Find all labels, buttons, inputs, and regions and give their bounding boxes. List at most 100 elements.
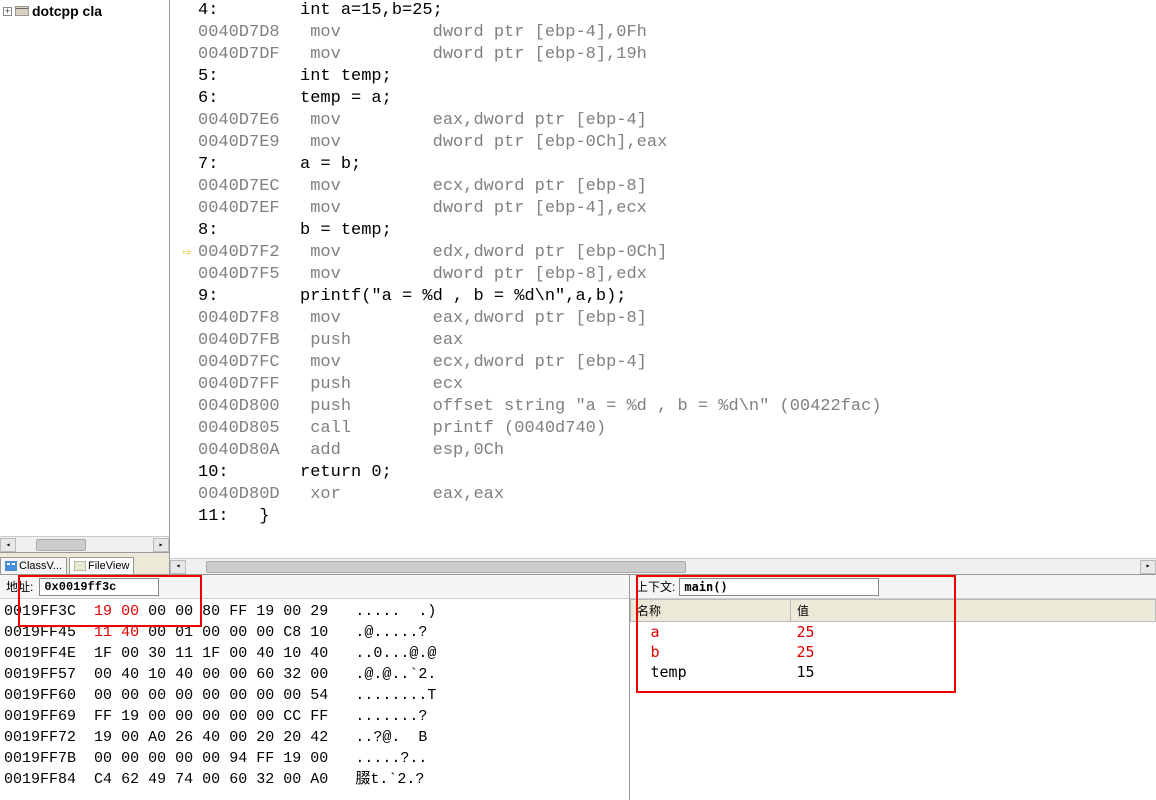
tab-classview[interactable]: ClassV... bbox=[0, 557, 67, 574]
watch-row[interactable]: temp15 bbox=[631, 662, 1156, 682]
mem-byte: 00 bbox=[148, 624, 166, 641]
mem-byte: FF bbox=[94, 708, 112, 725]
code-scroll-thumb[interactable] bbox=[206, 561, 686, 573]
mem-byte: 00 bbox=[175, 687, 193, 704]
memory-line[interactable]: 0019FF4E 1F 00 30 11 1F 00 40 10 40 ..0.… bbox=[4, 643, 625, 664]
code-line[interactable]: 7: a = b; bbox=[176, 154, 1156, 176]
code-line[interactable]: 9: printf("a = %d , b = %d\n",a,b); bbox=[176, 286, 1156, 308]
code-hscrollbar[interactable]: ◂ ▸ bbox=[170, 558, 1156, 574]
mem-byte: 19 bbox=[256, 603, 274, 620]
asm-text: 0040D805 call printf (0040d740) bbox=[198, 418, 606, 440]
bottom-region: 地址: 0019FF3C 19 00 00 00 80 FF 19 00 29 … bbox=[0, 575, 1156, 800]
code-line[interactable]: 8: b = temp; bbox=[176, 220, 1156, 242]
mem-byte: 10 bbox=[148, 666, 166, 683]
code-scroll-left[interactable]: ◂ bbox=[170, 560, 186, 574]
gutter bbox=[176, 506, 198, 528]
workspace-tree[interactable]: + dotcpp cla bbox=[0, 0, 169, 536]
code-line[interactable]: ⇨ 0040D7F2 mov edx,dword ptr [ebp-0Ch] bbox=[176, 242, 1156, 264]
code-line[interactable]: 10: return 0; bbox=[176, 462, 1156, 484]
memory-line[interactable]: 0019FF60 00 00 00 00 00 00 00 00 54 ....… bbox=[4, 685, 625, 706]
code-line[interactable]: 0040D7F8 mov eax,dword ptr [ebp-8] bbox=[176, 308, 1156, 330]
code-line[interactable]: 0040D80D xor eax,eax bbox=[176, 484, 1156, 506]
mem-byte: 00 bbox=[148, 687, 166, 704]
mem-addr: 0019FF4E bbox=[4, 645, 76, 662]
asm-text: 0040D7E6 mov eax,dword ptr [ebp-4] bbox=[198, 110, 647, 132]
code-line[interactable]: 0040D805 call printf (0040d740) bbox=[176, 418, 1156, 440]
mem-byte: 00 bbox=[121, 750, 139, 767]
code-body[interactable]: 4: int a=15,b=25;0040D7D8 mov dword ptr … bbox=[170, 0, 1156, 558]
memory-line[interactable]: 0019FF69 FF 19 00 00 00 00 00 CC FF ....… bbox=[4, 706, 625, 727]
code-line[interactable]: 5: int temp; bbox=[176, 66, 1156, 88]
mem-byte: 40 bbox=[310, 645, 328, 662]
memory-header: 地址: bbox=[0, 575, 629, 599]
gutter bbox=[176, 198, 198, 220]
mem-byte: 00 bbox=[310, 666, 328, 683]
gutter bbox=[176, 374, 198, 396]
mem-byte: 30 bbox=[148, 645, 166, 662]
code-line[interactable]: 0040D7EF mov dword ptr [ebp-4],ecx bbox=[176, 198, 1156, 220]
code-line[interactable]: 0040D7D8 mov dword ptr [ebp-4],0Fh bbox=[176, 22, 1156, 44]
code-line[interactable]: 11: } bbox=[176, 506, 1156, 528]
memory-line[interactable]: 0019FF7B 00 00 00 00 00 94 FF 19 00 ....… bbox=[4, 748, 625, 769]
code-line[interactable]: 4: int a=15,b=25; bbox=[176, 0, 1156, 22]
watch-row[interactable]: b25 bbox=[631, 642, 1156, 662]
code-line[interactable]: 0040D80A add esp,0Ch bbox=[176, 440, 1156, 462]
code-line[interactable]: 0040D7E6 mov eax,dword ptr [ebp-4] bbox=[176, 110, 1156, 132]
gutter bbox=[176, 440, 198, 462]
mem-byte: C8 bbox=[283, 624, 301, 641]
mem-byte: 00 bbox=[229, 666, 247, 683]
mem-byte: 11 bbox=[175, 645, 193, 662]
memory-line[interactable]: 0019FF45 11 40 00 01 00 00 00 C8 10 .@..… bbox=[4, 622, 625, 643]
scroll-left-arrow[interactable]: ◂ bbox=[0, 538, 16, 552]
tree-root-item[interactable]: + dotcpp cla bbox=[2, 2, 167, 20]
asm-text: 0040D7EF mov dword ptr [ebp-4],ecx bbox=[198, 198, 647, 220]
memory-line[interactable]: 0019FF3C 19 00 00 00 80 FF 19 00 29 ....… bbox=[4, 601, 625, 622]
memory-line[interactable]: 0019FF57 00 40 10 40 00 00 60 32 00 .@.@… bbox=[4, 664, 625, 685]
watch-col-name[interactable]: 名称 bbox=[631, 600, 791, 622]
memory-line[interactable]: 0019FF84 C4 62 49 74 00 60 32 00 A0 腏t.`… bbox=[4, 769, 625, 790]
disassembly-pane: 4: int a=15,b=25;0040D7D8 mov dword ptr … bbox=[170, 0, 1156, 574]
mem-byte: 80 bbox=[202, 603, 220, 620]
mem-byte: 32 bbox=[256, 771, 274, 788]
tab-fileview[interactable]: FileView bbox=[69, 557, 134, 574]
code-line[interactable]: 0040D800 push offset string "a = %d , b … bbox=[176, 396, 1156, 418]
mem-byte: 00 bbox=[148, 750, 166, 767]
code-line[interactable]: 0040D7E9 mov dword ptr [ebp-0Ch],eax bbox=[176, 132, 1156, 154]
gutter bbox=[176, 264, 198, 286]
code-line[interactable]: 0040D7EC mov ecx,dword ptr [ebp-8] bbox=[176, 176, 1156, 198]
gutter bbox=[176, 330, 198, 352]
memory-body[interactable]: 0019FF3C 19 00 00 00 80 FF 19 00 29 ....… bbox=[0, 599, 629, 800]
mem-byte: 20 bbox=[256, 729, 274, 746]
asm-text: 0040D7F2 mov edx,dword ptr [ebp-0Ch] bbox=[198, 242, 667, 264]
code-line[interactable]: 0040D7DF mov dword ptr [ebp-8],19h bbox=[176, 44, 1156, 66]
mem-byte: 00 bbox=[256, 624, 274, 641]
mem-byte: 00 bbox=[94, 687, 112, 704]
code-line[interactable]: 0040D7FB push eax bbox=[176, 330, 1156, 352]
ide-root: + dotcpp cla ◂ ▸ ClassV... FileView bbox=[0, 0, 1156, 800]
code-line[interactable]: 0040D7F5 mov dword ptr [ebp-8],edx bbox=[176, 264, 1156, 286]
code-line[interactable]: 0040D7FF push ecx bbox=[176, 374, 1156, 396]
scroll-thumb[interactable] bbox=[36, 539, 86, 551]
context-input[interactable] bbox=[679, 578, 879, 596]
tree-expander-icon[interactable]: + bbox=[3, 7, 12, 16]
watch-header: 上下文: bbox=[630, 575, 1156, 599]
code-line[interactable]: 6: temp = a; bbox=[176, 88, 1156, 110]
tree-hscrollbar[interactable]: ◂ ▸ bbox=[0, 536, 169, 552]
mem-byte: 00 bbox=[229, 729, 247, 746]
memory-addr-input[interactable] bbox=[39, 578, 159, 596]
mem-byte: C4 bbox=[94, 771, 112, 788]
current-line-arrow-icon: ⇨ bbox=[183, 242, 191, 264]
gutter bbox=[176, 352, 198, 374]
code-line[interactable]: 0040D7FC mov ecx,dword ptr [ebp-4] bbox=[176, 352, 1156, 374]
mem-byte: 00 bbox=[148, 708, 166, 725]
mem-byte: 00 bbox=[202, 666, 220, 683]
code-scroll-right[interactable]: ▸ bbox=[1140, 560, 1156, 574]
source-text: 9: printf("a = %d , b = %d\n",a,b); bbox=[198, 286, 626, 308]
watch-row[interactable]: a25 bbox=[631, 622, 1156, 643]
gutter bbox=[176, 44, 198, 66]
watch-col-value[interactable]: 值 bbox=[791, 600, 1156, 622]
memory-line[interactable]: 0019FF72 19 00 A0 26 40 00 20 20 42 ..?@… bbox=[4, 727, 625, 748]
asm-text: 0040D80D xor eax,eax bbox=[198, 484, 504, 506]
source-text: 11: } bbox=[198, 506, 269, 528]
scroll-right-arrow[interactable]: ▸ bbox=[153, 538, 169, 552]
